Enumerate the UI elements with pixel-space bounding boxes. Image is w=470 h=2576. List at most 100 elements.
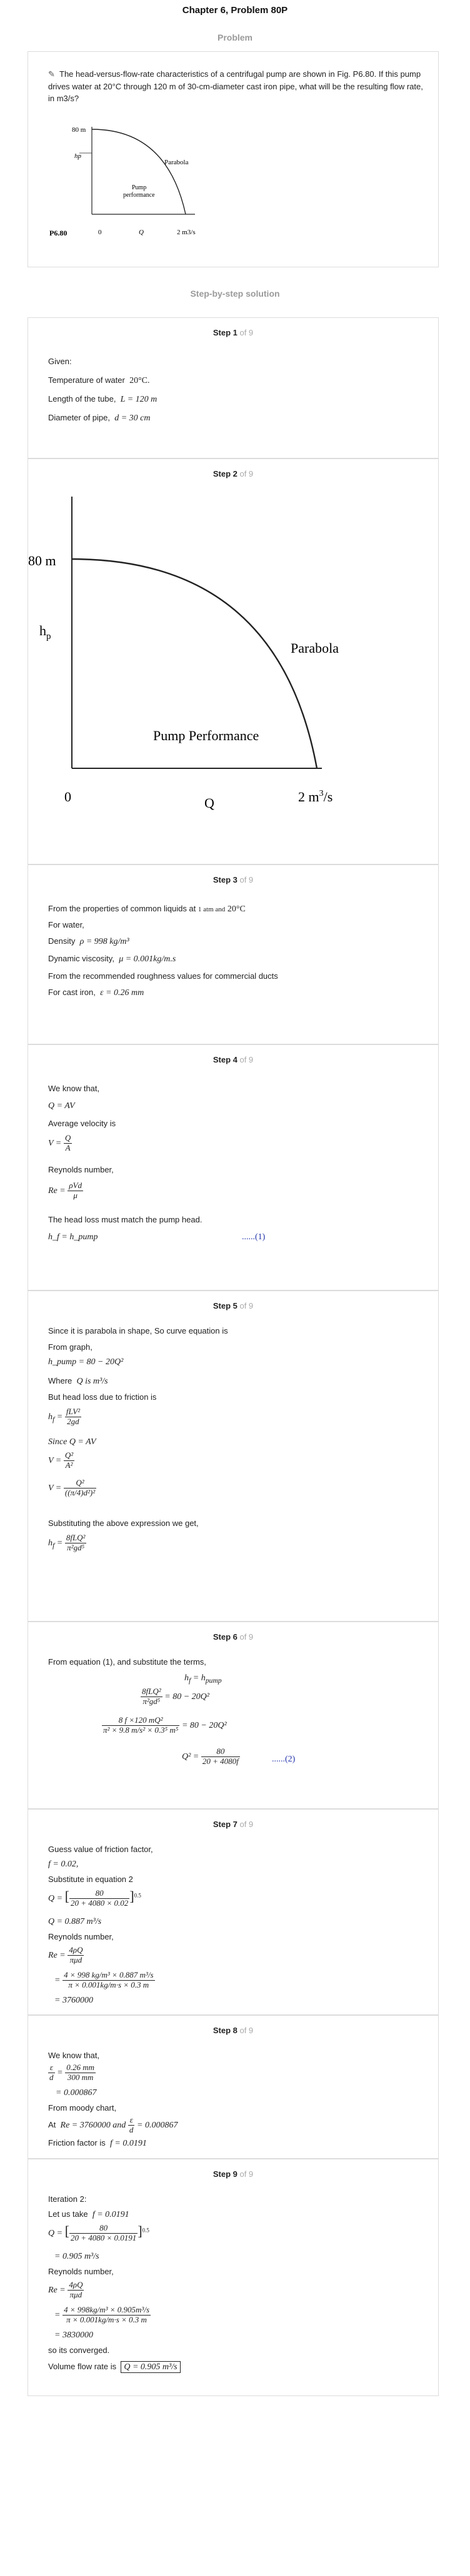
step-card-4: Step 4 of 9 We know that, Q = AV Average… (28, 1044, 439, 1290)
velocity-label: Average velocity is (48, 1119, 116, 1128)
final-answer-line: Volume flow rate is Q = 0.905 m³/s (48, 2361, 181, 2373)
problem-heading: Problem (217, 32, 252, 42)
know-line: We know that, (48, 1084, 100, 1093)
step-header: Step 7 of 9 (212, 1820, 254, 1829)
given-label: Given: (48, 357, 72, 366)
iteration-label: Iteration 2: (48, 2194, 87, 2204)
pump-curve-figure: 80 m hp Parabola Pump Performance 0 Q 2 … (28, 497, 339, 811)
roughness-line: From the recommended roughness values fo… (48, 971, 278, 981)
x-zero-label: 0 (64, 789, 71, 805)
water-line: For water, (48, 920, 84, 929)
subst-eq2-line: Substitute in equation 2 (48, 1875, 133, 1884)
step-header: Step 5 of 9 (212, 1301, 254, 1310)
density-line: Density ρ = 998 kg/m³ (48, 936, 129, 946)
page: Chapter 6, Problem 80P Problem ✎ The head… (0, 0, 470, 2576)
fig-y-label: hp (74, 152, 82, 160)
step-card-3: Step 3 of 9 From the properties of commo… (28, 864, 439, 1044)
reynolds-eq: Re = ρVd μ (48, 1181, 84, 1200)
step-header: Step 6 of 9 (212, 1632, 254, 1642)
q-calc-eq: Q = [80 20 + 4080 × 0.02]0.5 (48, 1888, 141, 1908)
subst-eq-1: 8fLQ² π²gd⁵ = 80 − 20Q² (141, 1687, 209, 1706)
q-result-2: = 0.905 m³/s (54, 2252, 99, 2261)
subst-eq-2: 8 f ×120 mQ² π² × 9.8 m/s² × 0.3⁵ m⁵ = 80… (102, 1715, 227, 1735)
step-card-1: Step 1 of 9 Given: Temperature of water … (28, 317, 439, 458)
reynolds-label-2: Reynolds number, (48, 1932, 114, 1941)
graph-line: From graph, (48, 1342, 92, 1352)
step-header: Step 1 of 9 (212, 328, 254, 337)
step-card-2: Step 2 of 9 80 m hp Parabola Pump Perfor… (28, 458, 439, 864)
props-line: From the properties of common liquids at… (48, 904, 246, 914)
rel-rough-result: = 0.000867 (56, 2088, 97, 2098)
step-header: Step 9 of 9 (212, 2169, 254, 2179)
hf-eq: hf = fLV² 2gd (48, 1407, 82, 1426)
fig-id: P6.80 (49, 229, 67, 237)
x-mid-label: Q (204, 795, 214, 811)
viscosity-line: Dynamic viscosity, μ = 0.001kg/m.s (48, 954, 176, 964)
length-line: Length of the tube, L = 120 m (48, 394, 158, 404)
friction-label: But head loss due to friction is (48, 1392, 157, 1402)
problem-figure: 80 m hp Parabola Pump performance P6.80 … (49, 126, 196, 237)
know-line-2: We know that, (48, 2051, 100, 2060)
v-eq: V = Q² ((π/4)d²)² (48, 1478, 97, 1497)
hpump-eq: h_pump = 80 − 20Q² (48, 1357, 124, 1367)
step-header: Step 3 of 9 (212, 875, 254, 884)
step-header: Step 8 of 9 (212, 2026, 254, 2035)
hf-final-eq: hf = 8fLQ² π²gd⁵ (48, 1533, 87, 1552)
y-top-label: 80 m (28, 553, 56, 568)
fig-x-end: 2 m3/s (177, 229, 196, 236)
re-calc-4: = 4 × 998kg/m³ × 0.905m³/s π × 0.001kg/m·… (54, 2305, 151, 2324)
re-result-2: = 3830000 (54, 2331, 93, 2340)
v2-eq: V = Q² A² (48, 1450, 75, 1470)
substitute-line: Substituting the above expression we get… (48, 1518, 199, 1528)
step-header: Step 2 of 9 (212, 469, 254, 478)
converged-line: so its converged. (48, 2346, 110, 2355)
re-calc-2: = 4 × 998 kg/m³ × 0.887 m³/s π × 0.001kg/… (54, 1970, 155, 1989)
problem-text: ✎ The head-versus-flow-rate characteristi… (48, 69, 423, 103)
head-match-line: The head loss must match the pump head. (48, 1215, 202, 1224)
parabola-line: Since it is parabola in shape, So curve … (48, 1326, 228, 1335)
reynolds-label: Reynolds number, (48, 1165, 114, 1174)
q-calc-eq-2: Q = [80 20 + 4080 × 0.0191]0.5 (48, 2223, 149, 2243)
step-card-5: Step 5 of 9 Since it is parabola in shap… (28, 1290, 439, 1622)
at-line: At Re = 3760000 and εd = 0.000867 (48, 2115, 178, 2134)
step-card-9: Step 9 of 9 Iteration 2: Let us take f =… (28, 2159, 439, 2396)
friction-result-line: Friction factor is f = 0.0191 (48, 2138, 147, 2148)
step-card-6: Step 6 of 9 From equation (1), and subst… (28, 1622, 439, 1809)
q2-eq: Q² = 80 20 + 4080f (182, 1746, 240, 1766)
reynolds-label-3: Reynolds number, (48, 2267, 114, 2276)
moody-line: From moody chart, (48, 2103, 117, 2113)
cast-iron-line: For cast iron, ε = 0.26 mm (48, 988, 144, 998)
q-eq: Q = AV (48, 1101, 75, 1111)
curve-label: Parabola (291, 640, 339, 656)
re-calc-1: Re = 4ρQ πμd (48, 1945, 84, 1964)
head-eq: h_f = h_pump (48, 1232, 98, 1242)
re-calc-3: Re = 4ρQ πμd (48, 2280, 84, 2299)
re-result-1: = 3760000 (54, 1996, 93, 2005)
diameter-line: Diameter of pipe, d = 30 cm (48, 413, 151, 423)
problem-card: ✎ The head-versus-flow-rate characteristi… (28, 51, 439, 267)
guess-line: Guess value of friction factor, (48, 1845, 153, 1854)
solution-heading: Step-by-step solution (190, 289, 280, 299)
fig-y-top: 80 m (72, 126, 86, 134)
inner-label: Pump Performance (153, 728, 259, 743)
f-guess: f = 0.02, (48, 1860, 79, 1869)
step-card-7: Step 7 of 9 Guess value of friction fact… (28, 1809, 439, 2015)
fig-x-mid: Q (139, 229, 144, 236)
hf-hpump-eq: hf = hpump (184, 1673, 222, 1685)
fig-inner-2: performance (123, 192, 155, 199)
pen-icon: ✎ (48, 69, 55, 79)
since-line: Since Q = AV (48, 1437, 96, 1447)
eq-ref-1: ......(1) (242, 1232, 266, 1242)
final-answer-box: Q = 0.905 m³/s (121, 2361, 181, 2373)
page-title: Chapter 6, Problem 80P (182, 5, 288, 16)
fig-x-zero: 0 (98, 229, 102, 236)
x-end-label: 2 m3/s (298, 789, 332, 805)
velocity-eq: V = QA (48, 1133, 72, 1152)
units-line: Where Q is m³/s (48, 1376, 108, 1386)
step-header: Step 4 of 9 (212, 1055, 254, 1064)
step-card-8: Step 8 of 9 We know that, εd = 0.26 mm 30… (28, 2015, 439, 2159)
take-line: Let us take f = 0.0191 (48, 2209, 129, 2219)
eq-ref-2: ......(2) (272, 1755, 296, 1764)
fig-curve-label: Parabola (164, 159, 189, 166)
from-eq1-line: From equation (1), and substitute the te… (48, 1657, 206, 1667)
